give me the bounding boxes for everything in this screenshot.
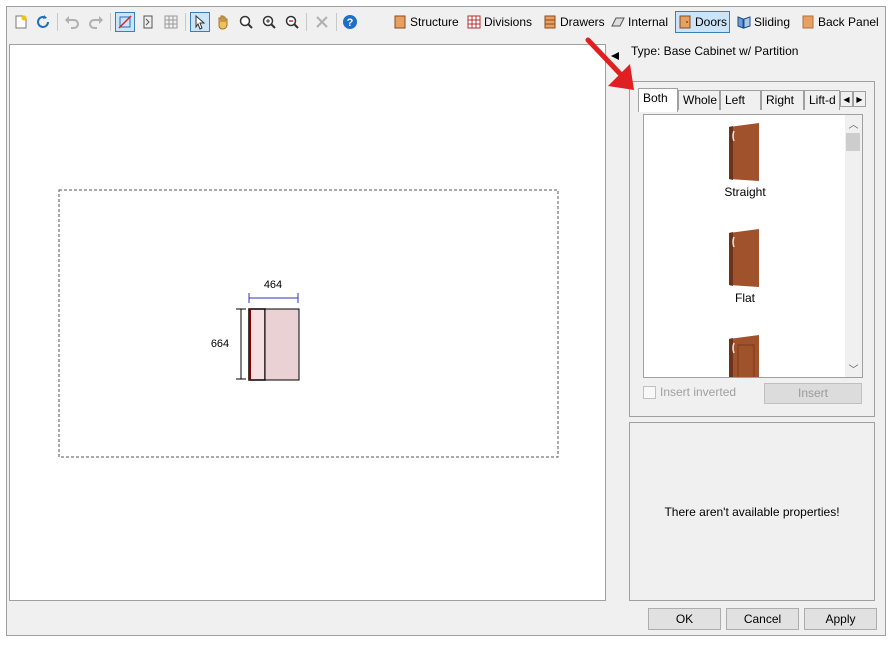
door-gallery-panel: Both Whole Left Right Lift-d ◀ ▶ Straigh… (629, 81, 875, 417)
cabinet-editor-window: ? Structure Divisions Drawers Internal D… (6, 6, 886, 636)
back-panel-button[interactable]: Back Panel (799, 11, 881, 33)
gallery-scrollbar[interactable]: ︿ ﹀ (845, 115, 862, 377)
doors-button[interactable]: Doors (675, 11, 731, 33)
door-gallery: Straight Flat ︿ ﹀ (643, 114, 863, 378)
delete-icon[interactable] (312, 12, 332, 32)
bracket-icon[interactable] (138, 12, 158, 32)
structure-button[interactable]: Structure (391, 11, 461, 33)
insert-inverted-checkbox[interactable]: Insert inverted (643, 385, 736, 399)
insert-button[interactable]: Insert (764, 383, 862, 404)
toolbar: ? Structure Divisions Drawers Internal D… (7, 7, 885, 37)
redo-icon[interactable] (86, 12, 106, 32)
door-item-straight[interactable]: Straight (644, 121, 846, 199)
zoom-out-icon[interactable] (282, 12, 302, 32)
width-dimension: 464 (264, 279, 282, 291)
straight-door-thumbnail (729, 123, 759, 181)
undo-icon[interactable] (62, 12, 82, 32)
height-dimension: 664 (211, 338, 229, 350)
svg-text:?: ? (347, 17, 354, 29)
zoom-in-icon[interactable] (259, 12, 279, 32)
divisions-icon (467, 15, 481, 29)
grid-icon[interactable] (161, 12, 181, 32)
ok-button[interactable]: OK (648, 608, 721, 630)
pointer-icon[interactable] (190, 12, 210, 32)
back-panel-icon (802, 15, 814, 29)
sliding-icon (737, 16, 751, 29)
doors-icon (679, 15, 691, 29)
properties-panel: There aren't available properties! (629, 422, 875, 601)
internal-icon (611, 17, 625, 27)
tab-whole[interactable]: Whole (678, 90, 720, 110)
sliding-button[interactable]: Sliding (735, 11, 792, 33)
pan-icon[interactable] (213, 12, 233, 32)
cabinet-drawing: 464 664 (58, 189, 559, 458)
door-item-flat[interactable]: Flat (644, 227, 846, 305)
scroll-thumb[interactable] (846, 133, 860, 151)
checkbox-box[interactable] (643, 385, 656, 399)
tab-right[interactable]: Right (761, 90, 804, 110)
cancel-button[interactable]: Cancel (726, 608, 799, 630)
apply-button[interactable]: Apply (804, 608, 877, 630)
structure-icon (394, 15, 406, 29)
drawers-icon (544, 15, 556, 29)
annotation-arrow-icon (585, 37, 634, 90)
tab-scroll-right-icon[interactable]: ▶ (853, 91, 866, 107)
zoom-window-icon[interactable] (236, 12, 256, 32)
tab-both[interactable]: Both (638, 88, 678, 112)
no-properties-message: There aren't available properties! (664, 504, 840, 519)
tab-scroll-left-icon[interactable]: ◀ (840, 91, 853, 107)
scroll-up-icon[interactable]: ︿ (845, 115, 862, 132)
divisions-button[interactable]: Divisions (465, 11, 534, 33)
scroll-down-icon[interactable]: ﹀ (845, 360, 862, 377)
tab-lift[interactable]: Lift-d (804, 90, 840, 110)
erase-icon[interactable] (115, 12, 135, 32)
framed-door-thumbnail (729, 335, 759, 377)
tab-left[interactable]: Left (720, 90, 761, 110)
type-label: Type: Base Cabinet w/ Partition (631, 44, 799, 58)
door-item-partial[interactable] (644, 333, 846, 377)
new-icon[interactable] (11, 12, 31, 32)
flat-door-thumbnail (729, 229, 759, 287)
help-icon[interactable]: ? (340, 12, 360, 32)
drawing-canvas[interactable]: 464 664 (9, 44, 606, 601)
refresh-icon[interactable] (33, 12, 53, 32)
